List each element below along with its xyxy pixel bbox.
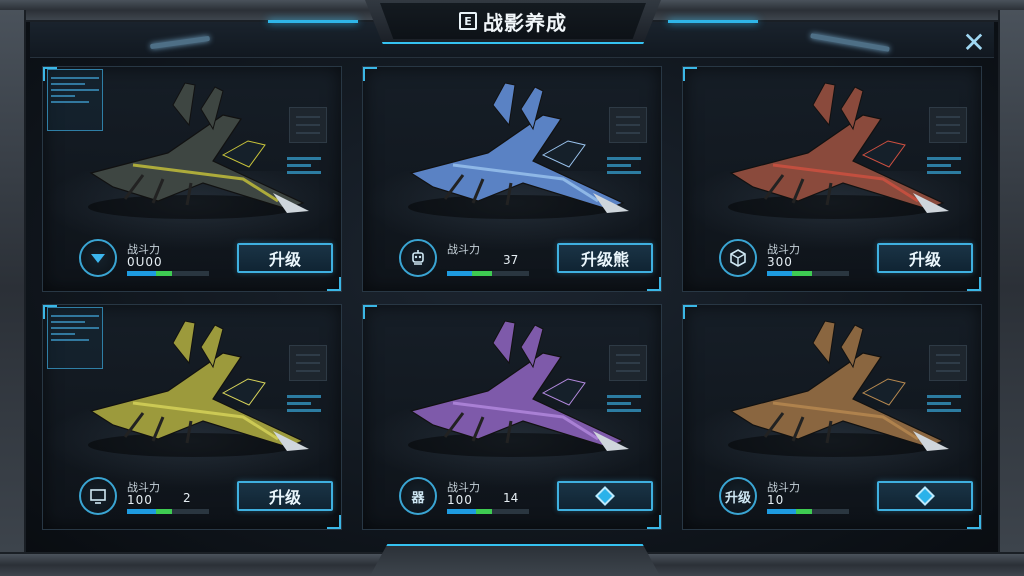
progress-bar: [447, 509, 529, 514]
progress-fill-blue: [447, 509, 476, 514]
stat-extra: 2: [183, 491, 191, 505]
progress-fill-blue: [767, 271, 792, 276]
triangle-icon: [88, 248, 108, 268]
upgrade-button[interactable]: 升级: [237, 243, 333, 273]
upgrade-button-label: 升级熊: [580, 250, 629, 269]
progress-bar: [767, 271, 849, 276]
frame-left: [0, 10, 26, 566]
upgrade-button[interactable]: [557, 481, 653, 511]
upgrade-button-label: 升级: [908, 250, 941, 269]
stat-extra: 37: [503, 253, 519, 267]
jet-class-badge: [719, 239, 757, 277]
progress-bar: [127, 271, 209, 276]
upgrade-button-label: 升级: [268, 250, 301, 269]
upgrade-button[interactable]: 升级: [877, 243, 973, 273]
bottom-plate: [370, 544, 660, 576]
stat-value: 100: [127, 493, 153, 507]
jet-card[interactable]: 战斗力 300 升级: [682, 66, 982, 292]
upgrade-button[interactable]: 升级熊: [557, 243, 653, 273]
progress-fill-green: [475, 509, 493, 514]
diamond-icon: [595, 486, 615, 506]
stat-value: 300: [767, 255, 793, 269]
progress-fill-green: [155, 509, 173, 514]
stat-value: 10: [767, 493, 785, 507]
jet-card[interactable]: 器 战斗力 100 14: [362, 304, 662, 530]
jet-card[interactable]: 战斗力 100 2 升级: [42, 304, 342, 530]
stat-label: 战斗力: [447, 243, 480, 256]
stat-extra: 14: [503, 491, 519, 505]
jet-card[interactable]: 战斗力 0U00 升级: [42, 66, 342, 292]
progress-bar: [127, 509, 209, 514]
progress-bar: [767, 509, 849, 514]
badge-label: 器: [411, 490, 425, 506]
jet-card[interactable]: 战斗力 37 升级熊: [362, 66, 662, 292]
upgrade-button[interactable]: [877, 481, 973, 511]
frame-glow: [668, 20, 758, 23]
diamond-icon: [915, 486, 935, 506]
jet-class-badge: 器: [399, 477, 437, 515]
close-button[interactable]: ✕: [958, 28, 990, 60]
monitor-icon: [88, 486, 108, 506]
title-bar: E 战影养成: [380, 3, 646, 39]
cube-icon: [728, 248, 748, 268]
progress-fill-green: [795, 509, 813, 514]
stat-value: 100: [447, 493, 473, 507]
page-title: 战影养成: [483, 10, 567, 35]
upgrade-button[interactable]: 升级: [237, 481, 333, 511]
jet-card[interactable]: 升级 战斗力 10: [682, 304, 982, 530]
progress-fill-blue: [447, 271, 472, 276]
jet-class-badge: [79, 239, 117, 277]
progress-fill-blue: [127, 271, 156, 276]
jet-class-badge: [79, 477, 117, 515]
jet-class-badge: 升级: [719, 477, 757, 515]
frame-glow: [268, 20, 358, 23]
progress-fill-blue: [127, 509, 156, 514]
progress-fill-green: [791, 271, 813, 276]
upgrade-button-label: 升级: [268, 488, 301, 507]
progress-fill-green: [471, 271, 493, 276]
jet-class-badge: [399, 239, 437, 277]
badge-label: 升级: [724, 490, 751, 506]
progress-bar: [447, 271, 529, 276]
progress-fill-green: [155, 271, 173, 276]
progress-fill-blue: [767, 509, 796, 514]
game-screen: E 战影养成 ✕ 战斗力 0U00 升级 战斗力 37 升级熊 战斗力 300 …: [0, 0, 1024, 576]
frame-right: [998, 10, 1024, 566]
stat-value: 0U00: [127, 255, 163, 269]
title-emblem-icon: E: [459, 12, 477, 30]
robot-icon: [408, 248, 428, 268]
